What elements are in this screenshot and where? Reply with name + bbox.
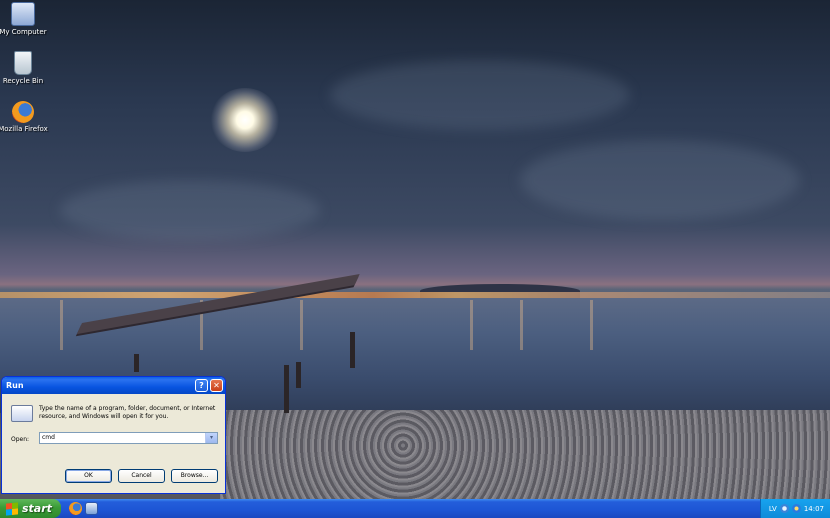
show-desktop-icon[interactable] [85, 502, 98, 515]
run-dialog: Run ? ✕ Type the name of a program, fold… [1, 376, 226, 494]
pebble-beach [220, 410, 830, 499]
open-input-value[interactable]: cmd [42, 434, 55, 441]
system-tray: LV 14:07 [760, 499, 830, 518]
cloud [330, 60, 630, 130]
light-reflection [590, 300, 593, 350]
browse-button[interactable]: Browse... [171, 469, 218, 483]
light-reflection [300, 300, 303, 350]
close-button[interactable]: ✕ [210, 379, 223, 392]
chevron-down-icon: ▾ [209, 434, 213, 441]
cloud [520, 140, 800, 220]
desktop-icon-recycle-bin[interactable]: Recycle Bin [0, 51, 54, 85]
recycle-bin-icon [14, 51, 32, 75]
run-icon [11, 405, 33, 422]
close-icon: ✕ [213, 381, 220, 390]
taskbar: start LV 14:07 [0, 499, 830, 518]
help-button[interactable]: ? [195, 379, 208, 392]
firefox-icon[interactable] [69, 502, 82, 515]
open-label: Open: [11, 436, 30, 443]
clock[interactable]: 14:07 [804, 505, 824, 513]
open-combobox[interactable]: cmd ▾ [39, 432, 218, 444]
start-label: start [22, 502, 52, 515]
pier-post [350, 332, 355, 368]
desktop-icon-label: My Computer [0, 28, 47, 36]
help-icon: ? [199, 381, 204, 390]
my-computer-icon [11, 2, 35, 26]
pier-post [296, 362, 301, 388]
light-reflection [520, 300, 523, 350]
pier-post [134, 354, 139, 372]
cloud [60, 180, 320, 240]
windows-logo-icon [6, 501, 18, 516]
desktop-icon-mozilla-firefox[interactable]: Mozilla Firefox [0, 101, 54, 133]
moon [210, 88, 280, 152]
cancel-button[interactable]: Cancel [118, 469, 165, 483]
firefox-icon [12, 101, 34, 123]
desktop-icon-label: Mozilla Firefox [0, 125, 48, 133]
run-description: Type the name of a program, folder, docu… [39, 405, 216, 420]
pier-post [284, 365, 289, 413]
ok-button[interactable]: OK [65, 469, 112, 483]
run-dialog-titlebar[interactable]: Run ? ✕ [2, 377, 225, 394]
dropdown-arrow-button[interactable]: ▾ [205, 433, 217, 443]
light-reflection [470, 300, 473, 350]
light-reflection [60, 300, 63, 350]
run-dialog-body: Type the name of a program, folder, docu… [2, 394, 225, 494]
start-button[interactable]: start [0, 499, 61, 518]
title-buttons: ? ✕ [195, 379, 223, 392]
desktop-icon-my-computer[interactable]: My Computer [0, 2, 54, 36]
run-dialog-title: Run [6, 381, 24, 390]
network-icon[interactable] [779, 504, 789, 513]
security-icon[interactable] [791, 504, 801, 513]
language-indicator[interactable]: LV [769, 505, 777, 513]
desktop-icon-label: Recycle Bin [2, 77, 44, 85]
